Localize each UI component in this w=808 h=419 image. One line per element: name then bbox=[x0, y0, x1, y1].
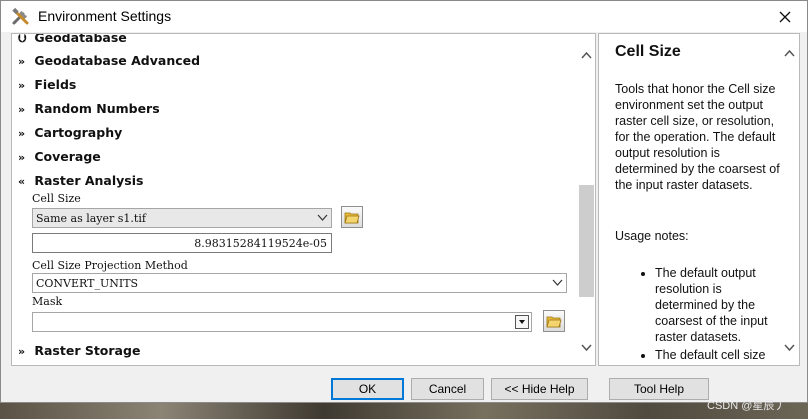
desktop-background bbox=[0, 403, 808, 419]
chevron-down-icon bbox=[552, 279, 563, 286]
section-fields[interactable]: » Fields bbox=[18, 77, 76, 92]
section-raster-analysis[interactable]: « Raster Analysis bbox=[18, 173, 143, 188]
settings-scrollbar[interactable] bbox=[577, 34, 595, 365]
close-icon bbox=[779, 11, 791, 22]
section-geodatabase-advanced[interactable]: » Geodatabase Advanced bbox=[18, 53, 200, 68]
browse-mask-button[interactable] bbox=[543, 310, 565, 332]
section-raster-storage[interactable]: » Raster Storage bbox=[18, 343, 140, 358]
section-coverage[interactable]: » Coverage bbox=[18, 149, 101, 164]
open-folder-icon bbox=[546, 316, 562, 328]
chevron-down-icon bbox=[317, 214, 328, 221]
chevron-double-down-icon: ⮋ bbox=[18, 33, 27, 45]
cell-size-label: Cell Size bbox=[32, 192, 81, 205]
title-bar: Environment Settings bbox=[1, 1, 807, 32]
ok-button[interactable]: OK bbox=[331, 378, 404, 400]
watermark: CSDN @星辰丿 bbox=[707, 400, 786, 412]
browse-cell-size-button[interactable] bbox=[341, 206, 363, 228]
chevron-double-down-icon: » bbox=[18, 55, 26, 68]
section-geodatabase[interactable]: ⮋ Geodatabase bbox=[18, 33, 127, 46]
scroll-up-icon[interactable] bbox=[579, 48, 594, 63]
section-random-numbers[interactable]: » Random Numbers bbox=[18, 101, 160, 116]
tool-help-button[interactable]: Tool Help bbox=[609, 378, 709, 400]
chevron-double-down-icon: » bbox=[18, 79, 26, 92]
help-scrollbar[interactable] bbox=[780, 34, 799, 365]
projection-method-dropdown[interactable]: CONVERT_UNITS bbox=[32, 273, 567, 293]
cell-size-dropdown[interactable]: Same as layer s1.tif bbox=[32, 208, 332, 228]
help-usage-heading: Usage notes: bbox=[615, 229, 689, 243]
help-notes-list: The default output resolution is determi… bbox=[615, 265, 781, 365]
window-title: Environment Settings bbox=[38, 8, 172, 24]
mask-dropdown-arrow[interactable] bbox=[515, 315, 529, 329]
tools-icon bbox=[11, 7, 31, 27]
help-panel: Cell Size Tools that honor the Cell size… bbox=[598, 33, 800, 366]
projection-method-selected: CONVERT_UNITS bbox=[36, 277, 139, 290]
scroll-up-icon[interactable] bbox=[782, 46, 797, 61]
help-intro: Tools that honor the Cell size environme… bbox=[615, 82, 780, 192]
close-button[interactable] bbox=[763, 1, 807, 32]
chevron-double-down-icon: » bbox=[18, 103, 26, 116]
section-cartography[interactable]: » Cartography bbox=[18, 125, 122, 140]
triangle-down-icon bbox=[519, 320, 525, 324]
cancel-button[interactable]: Cancel bbox=[411, 378, 484, 400]
mask-dropdown[interactable] bbox=[32, 312, 532, 332]
environment-settings-dialog: Environment Settings ⮋ Geodatabase » Geo… bbox=[0, 0, 808, 403]
cell-size-value-field[interactable]: 8.98315284119524e-05 bbox=[32, 233, 332, 253]
chevron-double-down-icon: » bbox=[18, 151, 26, 164]
help-note: The default cell size bbox=[655, 347, 781, 363]
projection-method-label: Cell Size Projection Method bbox=[32, 259, 188, 272]
scroll-down-icon[interactable] bbox=[782, 340, 797, 355]
settings-panel: ⮋ Geodatabase » Geodatabase Advanced » F… bbox=[11, 33, 596, 366]
help-title: Cell Size bbox=[615, 43, 681, 60]
chevron-double-down-icon: » bbox=[18, 345, 26, 358]
mask-label: Mask bbox=[32, 295, 63, 308]
open-folder-icon bbox=[344, 212, 360, 224]
scroll-down-icon[interactable] bbox=[579, 340, 594, 355]
cell-size-selected: Same as layer s1.tif bbox=[36, 212, 146, 225]
chevron-double-down-icon: » bbox=[18, 127, 26, 140]
scroll-thumb[interactable] bbox=[579, 185, 594, 297]
help-note: The default output resolution is determi… bbox=[655, 265, 781, 345]
chevron-double-up-icon: « bbox=[18, 175, 26, 188]
hide-help-button[interactable]: << Hide Help bbox=[491, 378, 588, 400]
